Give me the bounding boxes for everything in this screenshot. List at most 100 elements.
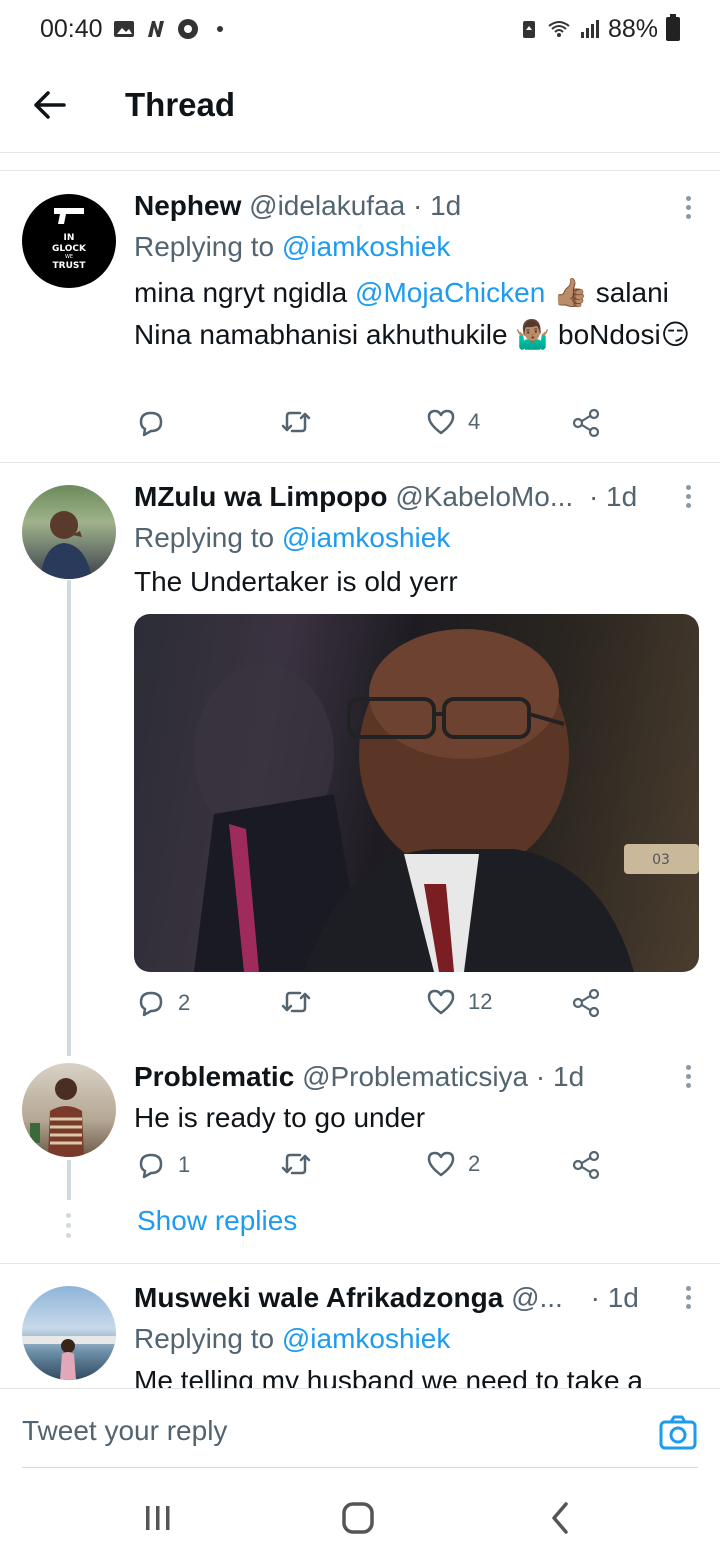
user-name[interactable]: Nephew — [134, 190, 241, 221]
tweet-time[interactable]: 1d — [606, 481, 637, 512]
tweet-meta: MZulu wa Limpopo @KabeloMo... · 1d — [134, 477, 700, 517]
tweet-meta: Musweki wale Afrikadzonga @... · 1d — [134, 1278, 700, 1318]
tweet-meta: Nephew @idelakufaa · 1d — [134, 186, 700, 226]
heart-icon — [427, 409, 455, 435]
share-action[interactable] — [572, 1150, 602, 1180]
retweet-icon — [281, 411, 311, 433]
recents-button[interactable] — [138, 1500, 178, 1536]
text-part: mina ngryt ngidla — [134, 277, 356, 308]
chrome-icon — [177, 19, 198, 39]
more-options-icon[interactable] — [684, 1286, 692, 1312]
user-name[interactable]: MZulu wa Limpopo — [134, 481, 388, 512]
like-count: 4 — [468, 409, 481, 434]
avatar[interactable] — [22, 1063, 116, 1157]
reply-underline — [22, 1467, 698, 1468]
replying-mention[interactable]: @iamkoshiek — [282, 231, 450, 262]
tweet-nephew[interactable]: IN GLOCK WE TRUST Nephew @idelakufaa · 1… — [0, 172, 720, 462]
signal-icon — [580, 20, 599, 38]
image-label: 03 — [652, 852, 670, 868]
battery-saver-icon — [522, 21, 535, 38]
more-options-icon[interactable] — [684, 485, 692, 511]
more-options-icon[interactable] — [684, 1065, 692, 1091]
tweet-time[interactable]: 1d — [553, 1061, 584, 1092]
avatar[interactable] — [22, 1286, 116, 1380]
user-name[interactable]: Problematic — [134, 1061, 294, 1092]
replying-to: Replying to @iamkoshiek — [134, 1318, 700, 1360]
replying-prefix: Replying to — [134, 1323, 282, 1354]
user-handle[interactable]: @KabeloMo... — [395, 481, 573, 512]
replying-to: Replying to @iamkoshiek — [134, 226, 700, 268]
share-icon — [572, 1150, 600, 1180]
status-time: 00:40 — [40, 14, 103, 43]
reply-input[interactable]: Tweet your reply — [22, 1415, 227, 1447]
meta-separator: · — [590, 1282, 600, 1313]
meta-separator: · — [588, 481, 599, 512]
svg-text:TRUST: TRUST — [53, 261, 87, 271]
notification-dot-icon — [216, 26, 223, 32]
home-icon — [342, 1502, 374, 1534]
share-action[interactable] — [572, 988, 602, 1018]
replying-mention[interactable]: @iamkoshiek — [282, 522, 450, 553]
nav-back-button[interactable] — [540, 1500, 580, 1536]
tweet-content: Problematic @Problematicsiya · 1d He is … — [134, 1057, 700, 1139]
like-action[interactable]: 4 — [426, 408, 480, 436]
status-left: 00:40 — [40, 15, 231, 44]
reply-action[interactable]: 1 — [136, 1150, 190, 1180]
thread-dots — [66, 1213, 72, 1243]
camera-button[interactable] — [658, 1413, 698, 1453]
replying-to: Replying to @iamkoshiek — [134, 517, 700, 559]
retweet-action[interactable] — [280, 1150, 324, 1178]
replying-prefix: Replying to — [134, 231, 282, 262]
like-action[interactable]: 2 — [426, 1150, 480, 1178]
recents-icon — [146, 1506, 170, 1530]
page-title: Thread — [125, 86, 236, 123]
back-icon — [552, 1502, 568, 1534]
user-name[interactable]: Musweki wale Afrikadzonga — [134, 1282, 503, 1313]
reply-icon — [139, 411, 163, 437]
show-replies-link[interactable]: Show replies — [137, 1205, 297, 1237]
tweet-text: Me telling my husband we need to take a — [134, 1365, 643, 1388]
reply-icon — [139, 1153, 163, 1179]
person-photo-icon — [22, 1336, 116, 1380]
reply-action[interactable]: 2 — [136, 988, 190, 1018]
reply-count: 2 — [178, 990, 191, 1015]
home-button[interactable] — [338, 1500, 378, 1536]
tweet-mzulu[interactable]: MZulu wa Limpopo @KabeloMo... · 1d Reply… — [0, 463, 720, 1053]
replying-mention[interactable]: @iamkoshiek — [282, 1323, 450, 1354]
tweet-time[interactable]: 1d — [430, 190, 461, 221]
header-gap — [0, 153, 720, 171]
tweet-meta: Problematic @Problematicsiya · 1d — [134, 1057, 700, 1097]
glock-logo-icon: IN GLOCK WE TRUST — [52, 208, 87, 271]
like-action[interactable]: 12 — [426, 988, 492, 1016]
more-options-icon[interactable] — [684, 196, 692, 222]
tweet-time[interactable]: 1d — [608, 1282, 639, 1313]
arrow-left-icon — [34, 91, 66, 119]
tweet-content: Nephew @idelakufaa · 1d Replying to @iam… — [134, 186, 700, 356]
share-action[interactable] — [572, 408, 602, 438]
header: Thread — [0, 58, 720, 153]
back-button[interactable] — [20, 75, 80, 135]
tweet-problematic[interactable]: Problematic @Problematicsiya · 1d He is … — [0, 1053, 720, 1263]
avatar[interactable]: IN GLOCK WE TRUST — [22, 194, 116, 288]
avatar[interactable] — [22, 485, 116, 579]
system-nav-bar — [0, 1470, 720, 1560]
gallery-icon — [113, 21, 134, 37]
replying-prefix: Replying to — [134, 522, 282, 553]
tweet-musweki[interactable]: Musweki wale Afrikadzonga @... · 1d Repl… — [0, 1264, 720, 1388]
person-photo-icon — [40, 511, 92, 579]
user-handle[interactable]: @Problematicsiya — [302, 1061, 528, 1092]
reply-action[interactable] — [136, 408, 178, 438]
meta-separator: · — [535, 1061, 546, 1092]
tweet-image[interactable]: 03 — [134, 614, 699, 972]
user-handle[interactable]: @... — [511, 1282, 563, 1313]
reply-count: 1 — [178, 1152, 191, 1177]
user-handle[interactable]: @idelakufaa — [249, 190, 405, 221]
tweet-actions: 2 12 — [134, 988, 614, 1028]
reply-icon — [139, 991, 163, 1017]
retweet-action[interactable] — [280, 988, 324, 1016]
like-count: 12 — [468, 989, 493, 1014]
n-icon — [147, 21, 164, 37]
wifi-icon — [548, 21, 570, 37]
text-mention[interactable]: @MojaChicken — [355, 277, 545, 308]
retweet-action[interactable] — [280, 408, 324, 436]
